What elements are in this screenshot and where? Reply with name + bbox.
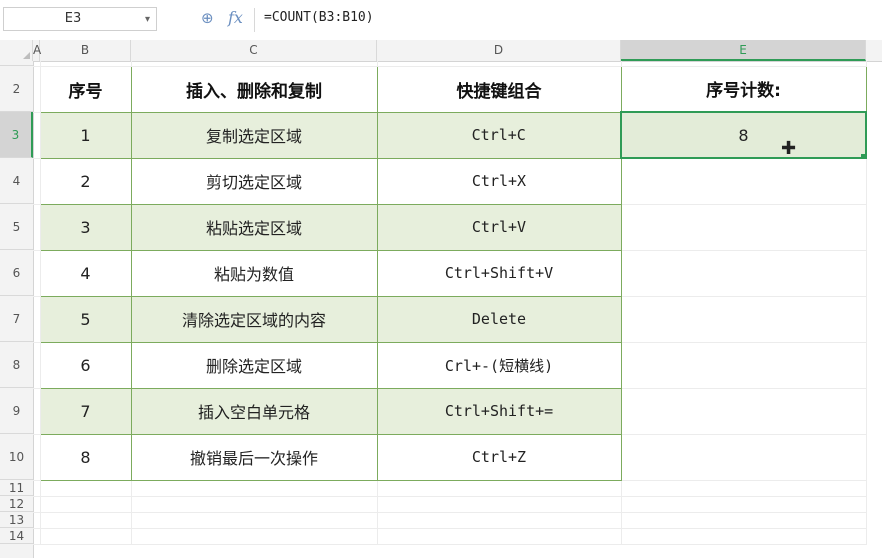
header-cell-index[interactable]: 序号	[39, 65, 132, 113]
table-row: 3 粘贴选定区域 Ctrl+V	[33, 203, 882, 251]
zoom-icon[interactable]: ⊕	[201, 9, 214, 27]
row-header-14[interactable]: 14	[0, 528, 33, 544]
shortcut-cell[interactable]: Ctrl+Z	[376, 433, 622, 481]
index-cell[interactable]: 7	[39, 387, 132, 435]
row-header-8[interactable]: 8	[0, 342, 33, 388]
index-cell[interactable]: 3	[39, 203, 132, 251]
shortcut-cell[interactable]: Ctrl+X	[376, 157, 622, 205]
shortcut-cell[interactable]: Ctrl+Shift+=	[376, 387, 622, 435]
formula-bar: E3 ▾ ⊕ fx =COUNT(B3:B10)	[0, 0, 882, 40]
header-cell-shortcut[interactable]: 快捷键组合	[376, 65, 622, 113]
row-header-4[interactable]: 4	[0, 158, 33, 204]
empty-cell[interactable]	[621, 158, 867, 205]
count-result-cell[interactable]: 8	[620, 111, 867, 159]
index-cell[interactable]: 1	[39, 111, 132, 159]
row-header-bar: 2 3 4 5 6 7 8 9 10 11 12 13 14	[0, 61, 34, 558]
index-cell[interactable]: 5	[39, 295, 132, 343]
row-header-5[interactable]: 5	[0, 204, 33, 250]
empty-cell[interactable]	[621, 434, 867, 481]
column-header-b[interactable]: B	[40, 40, 131, 61]
chevron-down-icon[interactable]: ▾	[145, 14, 150, 25]
table-row: 8 撤销最后一次操作 Ctrl+Z	[33, 433, 882, 481]
shortcut-cell[interactable]: Ctrl+V	[376, 203, 622, 251]
operation-cell[interactable]: 剪切选定区域	[130, 157, 378, 205]
empty-cell[interactable]	[621, 204, 867, 251]
row-header-13[interactable]: 13	[0, 512, 33, 528]
name-box-value: E3	[64, 11, 82, 26]
shortcut-cell[interactable]: Ctrl+C	[376, 111, 622, 159]
name-box[interactable]: E3 ▾	[3, 7, 157, 31]
operation-cell[interactable]: 清除选定区域的内容	[130, 295, 378, 343]
empty-cell[interactable]	[621, 296, 867, 343]
shortcut-cell[interactable]: Delete	[376, 295, 622, 343]
row-header-6[interactable]: 6	[0, 250, 33, 296]
operation-cell[interactable]: 复制选定区域	[130, 111, 378, 159]
row-header-7[interactable]: 7	[0, 296, 33, 342]
column-header-d[interactable]: D	[377, 40, 621, 61]
row-header-12[interactable]: 12	[0, 496, 33, 512]
formula-input[interactable]: =COUNT(B3:B10)	[264, 10, 374, 25]
column-header-bar: A B C D E	[0, 40, 882, 62]
cell-cursor-icon: ✚	[781, 138, 797, 159]
empty-cell[interactable]	[621, 388, 867, 435]
formula-separator	[254, 8, 255, 32]
empty-cell[interactable]	[621, 250, 867, 297]
header-cell-operation[interactable]: 插入、删除和复制	[130, 65, 378, 113]
column-header-c[interactable]: C	[131, 40, 377, 61]
table-row: 4 粘贴为数值 Ctrl+Shift+V	[33, 249, 882, 297]
empty-cell[interactable]	[621, 342, 867, 389]
row-header-9[interactable]: 9	[0, 388, 33, 434]
header-cell-count[interactable]: 序号计数:	[620, 65, 867, 113]
index-cell[interactable]: 4	[39, 249, 132, 297]
column-header-f[interactable]	[866, 40, 882, 61]
fx-icon[interactable]: fx	[228, 8, 243, 27]
fill-handle[interactable]	[861, 154, 866, 159]
operation-cell[interactable]: 删除选定区域	[130, 341, 378, 389]
shortcut-cell[interactable]: Ctrl+Shift+V	[376, 249, 622, 297]
index-cell[interactable]: 6	[39, 341, 132, 389]
select-all-corner[interactable]	[0, 40, 33, 61]
row-header-3[interactable]: 3	[0, 112, 33, 158]
shortcut-cell[interactable]: Crl+-(短横线)	[376, 341, 622, 389]
sheet-grid: 序号 插入、删除和复制 快捷键组合 序号计数: 1 复制选定区域 Ctrl+C …	[33, 61, 882, 545]
operation-cell[interactable]: 插入空白单元格	[130, 387, 378, 435]
table-row: 7 插入空白单元格 Ctrl+Shift+=	[33, 387, 882, 435]
row-header-2[interactable]: 2	[0, 66, 33, 112]
table-row: 5 清除选定区域的内容 Delete	[33, 295, 882, 343]
row-header-11[interactable]: 11	[0, 480, 33, 496]
table-row: 1 复制选定区域 Ctrl+C 8	[33, 111, 882, 159]
index-cell[interactable]: 2	[39, 157, 132, 205]
table-row: 6 删除选定区域 Crl+-(短横线)	[33, 341, 882, 389]
table-row: 2 剪切选定区域 Ctrl+X	[33, 157, 882, 205]
row-header-10[interactable]: 10	[0, 434, 33, 480]
operation-cell[interactable]: 粘贴选定区域	[130, 203, 378, 251]
operation-cell[interactable]: 粘贴为数值	[130, 249, 378, 297]
column-header-e[interactable]: E	[621, 40, 866, 61]
index-cell[interactable]: 8	[39, 433, 132, 481]
operation-cell[interactable]: 撤销最后一次操作	[130, 433, 378, 481]
column-header-a[interactable]: A	[33, 40, 41, 61]
